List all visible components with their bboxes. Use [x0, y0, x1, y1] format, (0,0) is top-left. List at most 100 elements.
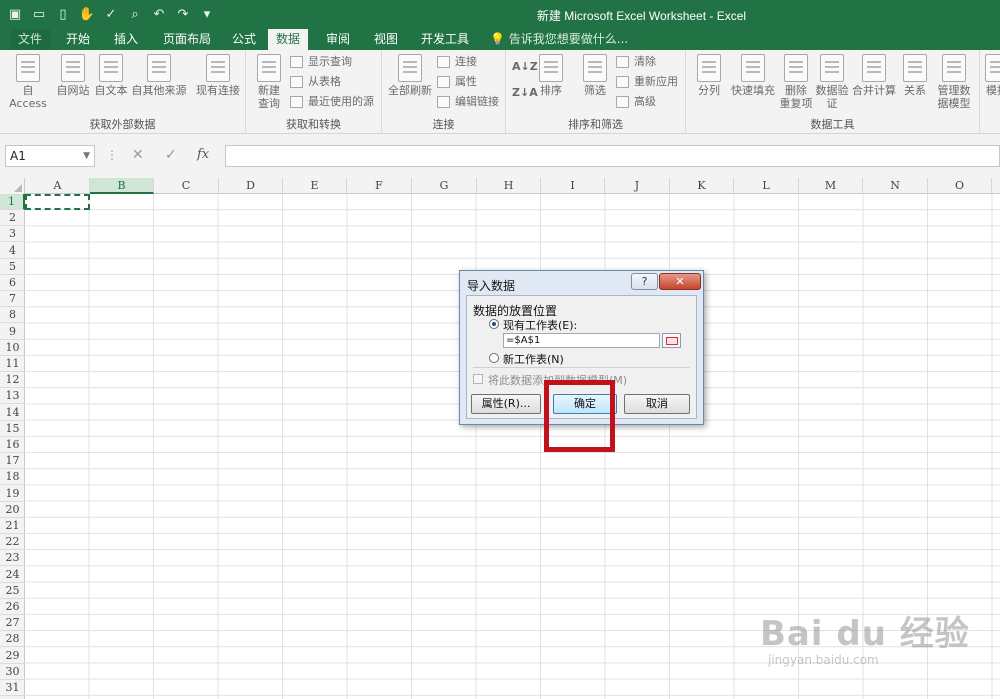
tell-me-search[interactable]: 💡 告诉我您想要做什么...: [490, 29, 628, 50]
cancel-button[interactable]: 取消: [624, 394, 690, 414]
row-header-25[interactable]: 25: [0, 583, 25, 599]
row-header-12[interactable]: 12: [0, 372, 25, 389]
manage-data-model-button[interactable]: 管理数 据模型: [934, 54, 974, 110]
name-box[interactable]: A1 ▼: [5, 145, 95, 167]
tab-home[interactable]: 开始: [58, 29, 98, 50]
tab-formulas[interactable]: 公式: [224, 29, 264, 50]
row-header-13[interactable]: 13: [0, 388, 25, 405]
column-header-d[interactable]: D: [219, 178, 283, 194]
tab-developer[interactable]: 开发工具: [413, 29, 477, 50]
row-header-21[interactable]: 21: [0, 518, 25, 534]
column-header-j[interactable]: J: [605, 178, 670, 194]
column-header-a[interactable]: A: [26, 178, 90, 194]
from-other-sources-button[interactable]: 自其他来源: [131, 54, 187, 97]
tab-review[interactable]: 审阅: [318, 29, 358, 50]
column-header-g[interactable]: G: [412, 178, 477, 194]
select-all-corner[interactable]: [0, 178, 25, 194]
advanced-button[interactable]: 高级: [616, 93, 656, 111]
tab-file[interactable]: 文件: [10, 29, 50, 50]
row-header-8[interactable]: 8: [0, 307, 25, 324]
consolidate-button[interactable]: 合并计算: [850, 54, 898, 97]
from-text-button[interactable]: 自文本: [93, 54, 129, 97]
connections-button[interactable]: 连接: [437, 53, 477, 71]
filter-button[interactable]: 筛选: [580, 54, 610, 97]
row-header-15[interactable]: 15: [0, 421, 25, 437]
sort-button[interactable]: 排序: [536, 54, 566, 97]
row-header-7[interactable]: 7: [0, 291, 25, 308]
row-header-3[interactable]: 3: [0, 226, 25, 243]
row-header-4[interactable]: 4: [0, 243, 25, 259]
properties-button[interactable]: 属性: [437, 73, 477, 91]
row-header-1[interactable]: 1: [0, 194, 25, 210]
existing-connections-button[interactable]: 现有连接: [194, 54, 242, 97]
row-header-6[interactable]: 6: [0, 275, 25, 291]
tab-insert[interactable]: 插入: [106, 29, 146, 50]
properties-button[interactable]: 属性(R)...: [471, 394, 541, 414]
column-header-k[interactable]: K: [670, 178, 734, 194]
row-header-16[interactable]: 16: [0, 437, 25, 453]
formula-input[interactable]: [225, 145, 1000, 167]
insert-function-icon[interactable]: fx: [197, 147, 209, 162]
row-header-20[interactable]: 20: [0, 502, 25, 518]
from-web-button[interactable]: 自网站: [55, 54, 91, 97]
text-to-columns-button[interactable]: 分列: [692, 54, 726, 97]
row-header-18[interactable]: 18: [0, 469, 25, 486]
sort-descending-icon[interactable]: Z↓A: [512, 84, 538, 102]
collapse-dialog-icon[interactable]: [662, 333, 681, 348]
row-header-17[interactable]: 17: [0, 453, 25, 470]
column-header-i[interactable]: I: [541, 178, 605, 194]
new-query-button[interactable]: 新建 查询: [252, 54, 286, 110]
new-worksheet-radio[interactable]: 新工作表(N): [489, 351, 564, 367]
column-header-n[interactable]: N: [863, 178, 928, 194]
row-header-2[interactable]: 2: [0, 210, 25, 227]
row-header-26[interactable]: 26: [0, 599, 25, 615]
row-header-24[interactable]: 24: [0, 567, 25, 583]
row-header-30[interactable]: 30: [0, 664, 25, 680]
selected-cell-a1[interactable]: [25, 194, 90, 210]
column-header-e[interactable]: E: [283, 178, 347, 194]
tab-view[interactable]: 视图: [366, 29, 406, 50]
column-header-m[interactable]: M: [799, 178, 863, 194]
recent-sources-button[interactable]: 最近使用的源: [290, 93, 374, 111]
row-header-10[interactable]: 10: [0, 340, 25, 356]
column-header-f[interactable]: F: [347, 178, 412, 194]
column-header-o[interactable]: O: [928, 178, 992, 194]
refresh-all-button[interactable]: 全部刷新: [386, 54, 434, 97]
row-header-28[interactable]: 28: [0, 631, 25, 648]
column-header-l[interactable]: L: [734, 178, 799, 194]
chevron-down-icon[interactable]: ▼: [83, 146, 90, 166]
existing-worksheet-radio[interactable]: 现有工作表(E):: [489, 317, 577, 333]
cancel-icon[interactable]: ✕: [132, 147, 144, 163]
flash-fill-button[interactable]: 快速填充: [728, 54, 778, 97]
more-options-icon[interactable]: ⋮: [106, 148, 118, 162]
row-header-11[interactable]: 11: [0, 356, 25, 372]
row-header-22[interactable]: 22: [0, 534, 25, 551]
reapply-button[interactable]: 重新应用: [616, 73, 678, 91]
show-queries-button[interactable]: 显示查询: [290, 53, 352, 71]
clear-button[interactable]: 清除: [616, 53, 656, 71]
reference-input[interactable]: =$A$1: [503, 333, 660, 348]
row-header-9[interactable]: 9: [0, 324, 25, 340]
tab-data[interactable]: 数据: [268, 29, 309, 50]
column-header-b[interactable]: B: [90, 178, 154, 194]
row-header-29[interactable]: 29: [0, 648, 25, 664]
enter-icon[interactable]: ✓: [165, 147, 177, 163]
sort-ascending-icon[interactable]: A↓Z: [512, 58, 538, 76]
close-button[interactable]: ✕: [659, 273, 701, 290]
row-header-5[interactable]: 5: [0, 259, 25, 275]
row-header-27[interactable]: 27: [0, 615, 25, 632]
from-table-button[interactable]: 从表格: [290, 73, 341, 91]
from-access-button[interactable]: 自 Access: [4, 54, 52, 110]
edit-links-button[interactable]: 编辑链接: [437, 93, 499, 111]
data-validation-button[interactable]: 数据验证: [814, 54, 850, 110]
what-if-button[interactable]: 模拟: [982, 54, 1000, 97]
row-header-31[interactable]: 31: [0, 680, 25, 696]
tab-page-layout[interactable]: 页面布局: [155, 29, 219, 50]
remove-duplicates-button[interactable]: 删除 重复项: [778, 54, 814, 110]
help-button[interactable]: ?: [631, 273, 658, 290]
column-header-h[interactable]: H: [477, 178, 541, 194]
row-header-19[interactable]: 19: [0, 486, 25, 502]
column-header-c[interactable]: C: [154, 178, 219, 194]
row-header-14[interactable]: 14: [0, 405, 25, 421]
row-header-23[interactable]: 23: [0, 550, 25, 567]
